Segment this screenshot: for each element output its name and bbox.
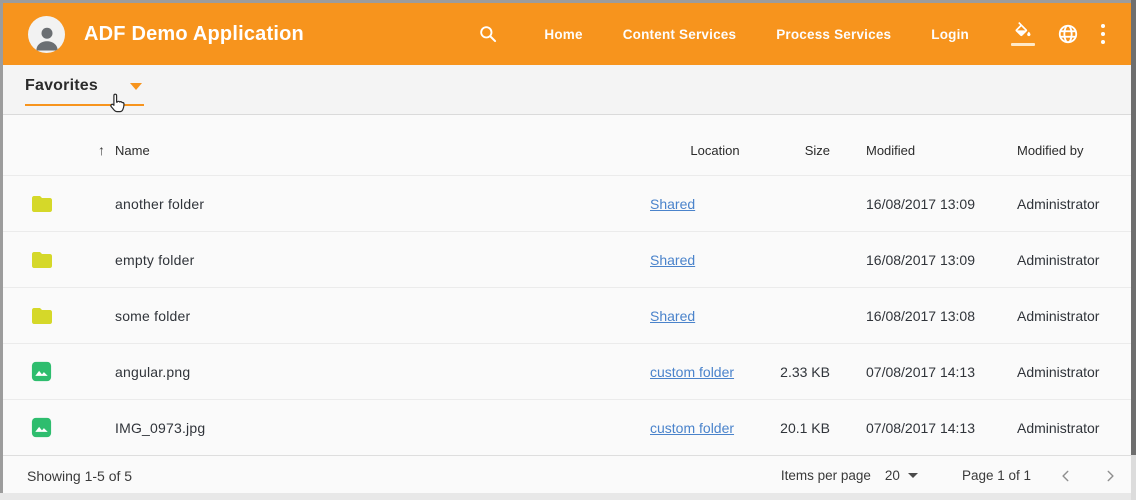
kebab-dot bbox=[1101, 32, 1105, 36]
nav-item-process-services[interactable]: Process Services bbox=[776, 17, 891, 52]
adf-demo-app-window: ADF Demo Application Home Content Servic… bbox=[3, 3, 1131, 493]
search-button[interactable] bbox=[478, 24, 498, 44]
modified-by: Administrator bbox=[1017, 252, 1127, 268]
image-file-icon bbox=[30, 360, 53, 383]
app-header: ADF Demo Application Home Content Servic… bbox=[3, 3, 1131, 65]
nav-item-login[interactable]: Login bbox=[931, 17, 969, 52]
view-dropdown-label: Favorites bbox=[25, 77, 98, 95]
table-row[interactable]: IMG_0973.jpg custom folder 20.1 KB 07/08… bbox=[3, 399, 1131, 455]
language-button[interactable] bbox=[1057, 23, 1079, 45]
color-fill-icon bbox=[1013, 22, 1033, 42]
location-link[interactable]: Shared bbox=[650, 308, 695, 324]
view-selector-bar: Favorites bbox=[3, 65, 1131, 115]
folder-icon bbox=[30, 192, 54, 216]
previous-page-button[interactable] bbox=[1059, 469, 1073, 483]
file-name[interactable]: some folder bbox=[115, 308, 650, 324]
chevron-left-icon bbox=[1059, 469, 1073, 483]
table-row[interactable]: angular.png custom folder 2.33 KB 07/08/… bbox=[3, 343, 1131, 399]
column-header-size: Size bbox=[780, 143, 830, 158]
column-header-location: Location bbox=[650, 143, 780, 158]
modified-date: 16/08/2017 13:09 bbox=[830, 252, 1017, 268]
sort-ascending-icon[interactable]: ↑ bbox=[98, 142, 105, 158]
location-link[interactable]: Shared bbox=[650, 196, 695, 212]
kebab-dot bbox=[1101, 24, 1105, 28]
globe-icon bbox=[1057, 23, 1079, 45]
chevron-right-icon bbox=[1103, 469, 1117, 483]
file-name[interactable]: IMG_0973.jpg bbox=[115, 420, 650, 436]
nav-item-home[interactable]: Home bbox=[544, 17, 582, 52]
modified-date: 16/08/2017 13:08 bbox=[830, 308, 1017, 324]
modified-by: Administrator bbox=[1017, 420, 1127, 436]
table-header-row: ↑ Name Location Size Modified Modified b… bbox=[3, 115, 1131, 175]
row-icon-cell bbox=[28, 192, 115, 216]
table-row[interactable]: another folder Shared 16/08/2017 13:09 A… bbox=[3, 175, 1131, 231]
file-size: 20.1 KB bbox=[780, 420, 830, 436]
app-title: ADF Demo Application bbox=[84, 23, 304, 46]
header-actions: Home Content Services Process Services L… bbox=[478, 17, 1105, 52]
theme-color-bar bbox=[1011, 43, 1035, 46]
table-row[interactable]: some folder Shared 16/08/2017 13:08 Admi… bbox=[3, 287, 1131, 343]
row-icon-cell bbox=[28, 360, 115, 383]
search-icon bbox=[478, 24, 498, 44]
more-menu-button[interactable] bbox=[1101, 22, 1105, 46]
dropdown-caret-icon bbox=[130, 83, 142, 90]
file-name[interactable]: empty folder bbox=[115, 252, 650, 268]
file-name[interactable]: another folder bbox=[115, 196, 650, 212]
table-header-icon-cell: ↑ bbox=[28, 142, 115, 158]
select-caret-icon bbox=[908, 473, 918, 478]
window-border-left bbox=[0, 0, 3, 500]
window-border-right bbox=[1131, 0, 1136, 455]
kebab-dot bbox=[1101, 40, 1105, 44]
column-header-modified-by: Modified by bbox=[1017, 143, 1127, 158]
view-dropdown[interactable]: Favorites bbox=[25, 73, 144, 106]
folder-icon bbox=[30, 304, 54, 328]
row-icon-cell bbox=[28, 248, 115, 272]
modified-date: 07/08/2017 14:13 bbox=[830, 364, 1017, 380]
items-per-page-label: Items per page bbox=[781, 468, 871, 483]
image-file-icon bbox=[30, 416, 53, 439]
row-icon-cell bbox=[28, 416, 115, 439]
file-name[interactable]: angular.png bbox=[115, 364, 650, 380]
window-border-top bbox=[0, 0, 1136, 3]
folder-icon bbox=[30, 248, 54, 272]
column-header-name[interactable]: Name bbox=[115, 143, 650, 158]
next-page-button[interactable] bbox=[1103, 469, 1117, 483]
user-avatar bbox=[28, 16, 65, 53]
modified-by: Administrator bbox=[1017, 364, 1127, 380]
location-link[interactable]: custom folder bbox=[650, 420, 734, 436]
items-per-page-value: 20 bbox=[885, 468, 900, 483]
nav-item-content-services[interactable]: Content Services bbox=[623, 17, 737, 52]
row-icon-cell bbox=[28, 304, 115, 328]
modified-by: Administrator bbox=[1017, 196, 1127, 212]
window-border-bottom bbox=[0, 493, 1136, 500]
column-header-modified: Modified bbox=[830, 143, 1017, 158]
location-link[interactable]: Shared bbox=[650, 252, 695, 268]
location-link[interactable]: custom folder bbox=[650, 364, 734, 380]
modified-by: Administrator bbox=[1017, 308, 1127, 324]
theme-picker-button[interactable] bbox=[1011, 22, 1035, 46]
modified-date: 16/08/2017 13:09 bbox=[830, 196, 1017, 212]
window-border-right-lower bbox=[1131, 455, 1136, 500]
pagination-bar: Showing 1-5 of 5 Items per page 20 Page … bbox=[3, 455, 1131, 493]
pagination-controls: Items per page 20 Page 1 of 1 bbox=[781, 468, 1117, 483]
table-row[interactable]: empty folder Shared 16/08/2017 13:09 Adm… bbox=[3, 231, 1131, 287]
file-size: 2.33 KB bbox=[780, 364, 830, 380]
modified-date: 07/08/2017 14:13 bbox=[830, 420, 1017, 436]
items-per-page-select[interactable]: 20 bbox=[885, 468, 918, 483]
page-status-label: Page 1 of 1 bbox=[962, 468, 1031, 483]
person-icon bbox=[32, 23, 62, 53]
showing-range-label: Showing 1-5 of 5 bbox=[27, 468, 132, 484]
